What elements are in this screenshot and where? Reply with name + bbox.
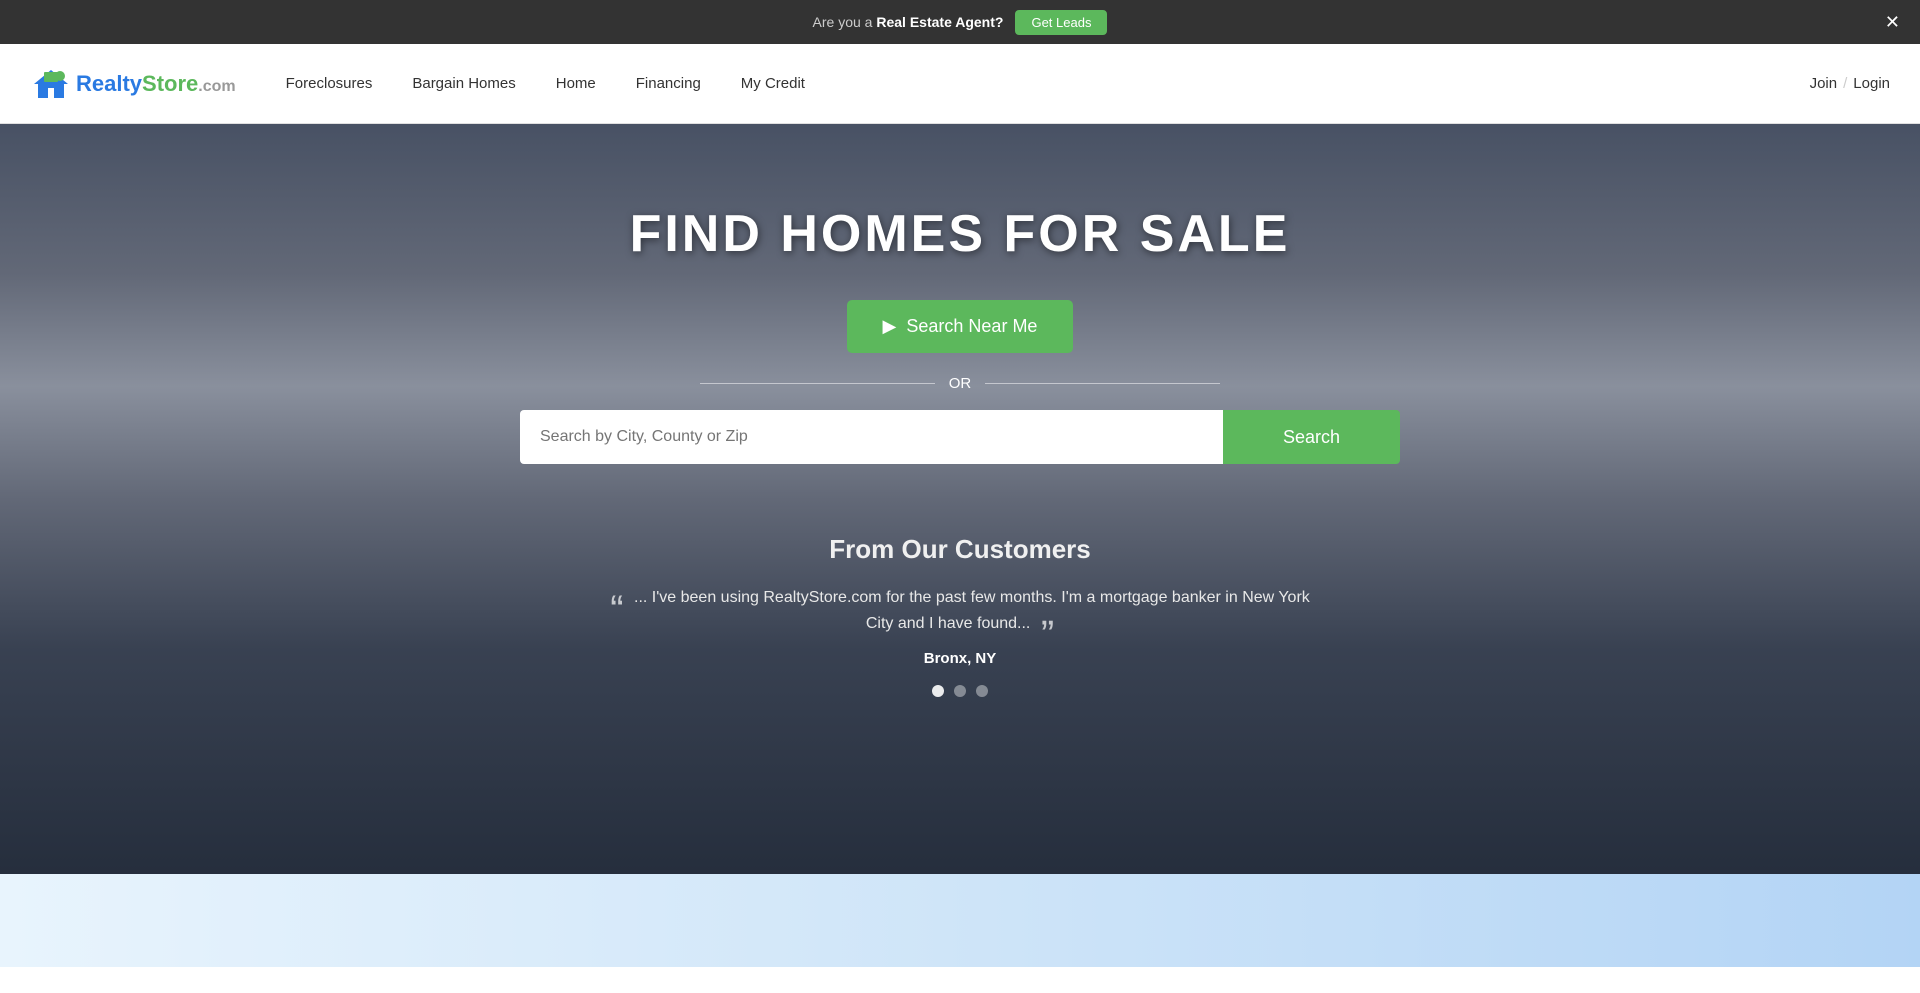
- carousel-dot-1[interactable]: [932, 685, 944, 697]
- carousel-dot-3[interactable]: [976, 685, 988, 697]
- header-right: Join / Login: [1810, 75, 1890, 92]
- search-bar: Search: [520, 410, 1400, 464]
- search-input[interactable]: [520, 410, 1223, 464]
- header-divider: /: [1843, 75, 1847, 92]
- join-link[interactable]: Join: [1810, 75, 1838, 92]
- location-icon: ▶: [883, 316, 897, 337]
- hero-title: FIND HOMES FOR SALE: [630, 204, 1291, 264]
- testimonial-location: Bronx, NY: [0, 650, 1920, 667]
- top-banner: Are you a Real Estate Agent? Get Leads ✕: [0, 0, 1920, 44]
- logo-com: .com: [198, 78, 235, 95]
- banner-text: Are you a Real Estate Agent?: [813, 14, 1004, 30]
- logo-realty: Realty: [76, 71, 142, 96]
- nav-item-my-credit[interactable]: My Credit: [721, 44, 825, 124]
- search-near-me-button[interactable]: ▶ Search Near Me: [847, 300, 1074, 353]
- close-banner-button[interactable]: ✕: [1885, 13, 1900, 31]
- hero-section: FIND HOMES FOR SALE ▶ Search Near Me OR …: [0, 124, 1920, 874]
- login-link[interactable]: Login: [1853, 75, 1890, 92]
- logo-store: Store: [142, 71, 198, 96]
- nav-item-bargain-homes[interactable]: Bargain Homes: [392, 44, 535, 124]
- nav-item-foreclosures[interactable]: Foreclosures: [266, 44, 393, 124]
- logo-icon: [30, 68, 72, 100]
- banner-bold-text: Real Estate Agent?: [876, 14, 1003, 30]
- logo-text: RealtyStore.com: [76, 71, 236, 97]
- or-divider: OR: [700, 375, 1220, 392]
- main-nav: Foreclosures Bargain Homes Home Financin…: [266, 44, 1810, 124]
- testimonials-title: From Our Customers: [0, 534, 1920, 565]
- testimonial-text: ... I've been using RealtyStore.com for …: [634, 589, 1310, 632]
- bottom-strip: [0, 874, 1920, 967]
- testimonials-section: From Our Customers “ ... I've been using…: [0, 524, 1920, 697]
- quote-open-icon: “: [610, 588, 623, 632]
- hero-content: FIND HOMES FOR SALE ▶ Search Near Me OR …: [0, 124, 1920, 697]
- logo[interactable]: RealtyStore.com: [30, 68, 236, 100]
- search-near-me-label: Search Near Me: [906, 316, 1037, 337]
- nav-item-home[interactable]: Home: [536, 44, 616, 124]
- quote-close-icon: ”: [1041, 613, 1054, 657]
- carousel-dots: [0, 685, 1920, 697]
- get-leads-button[interactable]: Get Leads: [1015, 10, 1107, 35]
- or-label: OR: [949, 375, 972, 392]
- carousel-dot-2[interactable]: [954, 685, 966, 697]
- header: RealtyStore.com Foreclosures Bargain Hom…: [0, 44, 1920, 124]
- nav-item-financing[interactable]: Financing: [616, 44, 721, 124]
- search-button[interactable]: Search: [1223, 410, 1400, 464]
- testimonial-body: “ ... I've been using RealtyStore.com fo…: [610, 585, 1310, 636]
